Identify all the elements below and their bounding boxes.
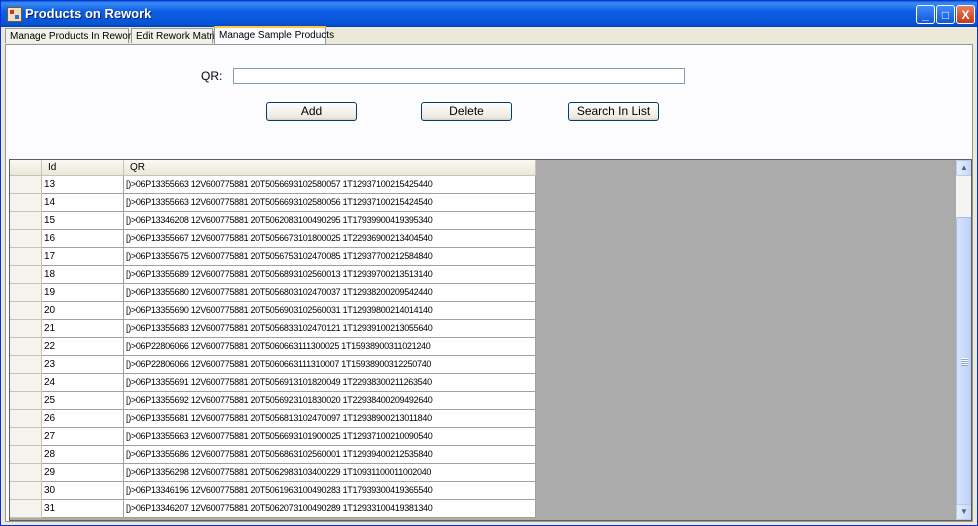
delete-button[interactable]: Delete: [421, 102, 512, 121]
cell-qr[interactable]: [)>06P13346207 12V600775881 20T506207310…: [124, 500, 536, 518]
cell-id[interactable]: 26: [42, 410, 124, 428]
cell-id[interactable]: 17: [42, 248, 124, 266]
cell-qr[interactable]: [)>06P13355691 12V600775881 20T505691310…: [124, 374, 536, 392]
cell-qr[interactable]: [)>06P13355690 12V600775881 20T505690310…: [124, 302, 536, 320]
window-title: Products on Rework: [25, 6, 152, 21]
cell-id[interactable]: 18: [42, 266, 124, 284]
cell-id[interactable]: 27: [42, 428, 124, 446]
cell-qr[interactable]: [)>06P13355663 12V600775881 20T505669310…: [124, 194, 536, 212]
cell-id[interactable]: 20: [42, 302, 124, 320]
cell-id[interactable]: 29: [42, 464, 124, 482]
cell-id[interactable]: 14: [42, 194, 124, 212]
cell-id[interactable]: 19: [42, 284, 124, 302]
row-header[interactable]: [10, 230, 42, 248]
cell-qr[interactable]: [)>06P13346196 12V600775881 20T506196310…: [124, 482, 536, 500]
cell-qr[interactable]: [)>06P13355683 12V600775881 20T505683310…: [124, 320, 536, 338]
row-header[interactable]: [10, 284, 42, 302]
row-header[interactable]: [10, 446, 42, 464]
cell-qr[interactable]: [)>06P22806066 12V600775881 20T506066311…: [124, 356, 536, 374]
cell-id[interactable]: 13: [42, 176, 124, 194]
cell-qr[interactable]: [)>06P13355667 12V600775881 20T505667310…: [124, 230, 536, 248]
row-header[interactable]: [10, 212, 42, 230]
scroll-thumb[interactable]: [956, 217, 971, 507]
add-button[interactable]: Add: [266, 102, 357, 121]
cell-qr[interactable]: [)>06P13355675 12V600775881 20T505675310…: [124, 248, 536, 266]
cell-qr[interactable]: [)>06P13355680 12V600775881 20T505680310…: [124, 284, 536, 302]
cell-id[interactable]: 25: [42, 392, 124, 410]
row-header[interactable]: [10, 500, 42, 518]
row-header[interactable]: [10, 374, 42, 392]
cell-qr[interactable]: [)>06P13355663 12V600775881 20T505669310…: [124, 176, 536, 194]
cell-id[interactable]: 16: [42, 230, 124, 248]
search-in-list-button[interactable]: Search In List: [568, 102, 659, 121]
tab-manage-sample-products[interactable]: Manage Sample Products: [214, 26, 334, 44]
row-header[interactable]: [10, 428, 42, 446]
cell-qr[interactable]: [)>06P13355689 12V600775881 20T505689310…: [124, 266, 536, 284]
row-header[interactable]: [10, 248, 42, 266]
vertical-scrollbar[interactable]: ▲ ▼: [956, 160, 971, 520]
close-button[interactable]: X: [956, 5, 975, 24]
cell-qr[interactable]: [)>06P13355681 12V600775881 20T505681310…: [124, 410, 536, 428]
tab-manage-products-in-rework[interactable]: Manage Products In Rework: [5, 28, 136, 43]
scroll-down-icon[interactable]: ▼: [956, 504, 971, 520]
minimize-button[interactable]: _: [916, 5, 935, 24]
cell-id[interactable]: 31: [42, 500, 124, 518]
scroll-up-icon[interactable]: ▲: [956, 160, 971, 176]
cell-id[interactable]: 23: [42, 356, 124, 374]
row-header[interactable]: [10, 482, 42, 500]
qr-input[interactable]: [233, 68, 685, 84]
row-header[interactable]: [10, 464, 42, 482]
cell-id[interactable]: 28: [42, 446, 124, 464]
main-window: Products on Rework _ □ X Manage Products…: [0, 0, 978, 526]
cell-id[interactable]: 22: [42, 338, 124, 356]
cell-id[interactable]: 24: [42, 374, 124, 392]
row-header[interactable]: [10, 320, 42, 338]
products-grid[interactable]: Id QR 13 [)>06P13355663 12V600775881 20T5…: [9, 159, 972, 521]
row-header[interactable]: [10, 176, 42, 194]
cell-qr[interactable]: [)>06P13355663 12V600775881 20T505669310…: [124, 428, 536, 446]
cell-qr[interactable]: [)>06P13355686 12V600775881 20T505686310…: [124, 446, 536, 464]
qr-label: QR:: [201, 69, 223, 83]
maximize-button[interactable]: □: [936, 5, 955, 24]
app-icon: [7, 7, 22, 22]
cell-id[interactable]: 15: [42, 212, 124, 230]
scroll-grip-icon: [961, 358, 968, 366]
row-header[interactable]: [10, 356, 42, 374]
cell-qr[interactable]: [)>06P13356298 12V600775881 20T506298310…: [124, 464, 536, 482]
cell-qr[interactable]: [)>06P13355692 12V600775881 20T505692310…: [124, 392, 536, 410]
column-header-qr[interactable]: QR: [124, 160, 536, 176]
cell-id[interactable]: 21: [42, 320, 124, 338]
tab-edit-rework-matrix[interactable]: Edit Rework Matrix: [131, 28, 220, 43]
cell-id[interactable]: 30: [42, 482, 124, 500]
row-header[interactable]: [10, 392, 42, 410]
row-header[interactable]: [10, 302, 42, 320]
row-header[interactable]: [10, 410, 42, 428]
cell-qr[interactable]: [)>06P22806066 12V600775881 20T506066311…: [124, 338, 536, 356]
row-header-corner: [10, 160, 42, 176]
cell-qr[interactable]: [)>06P13346208 12V600775881 20T506208310…: [124, 212, 536, 230]
row-header[interactable]: [10, 194, 42, 212]
row-header[interactable]: [10, 338, 42, 356]
title-bar[interactable]: Products on Rework _ □ X: [1, 1, 977, 27]
column-header-id[interactable]: Id: [42, 160, 124, 176]
row-header[interactable]: [10, 266, 42, 284]
